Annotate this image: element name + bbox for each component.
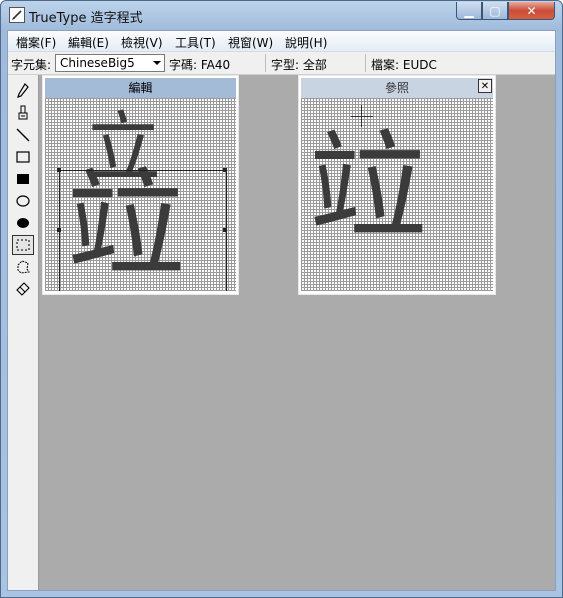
charset-label: 字元集: [11,58,52,72]
eraser-icon [16,282,30,296]
chevron-down-icon[interactable] [153,61,161,65]
eraser-tool[interactable] [12,279,34,299]
rectangular-selection-icon [16,239,30,251]
menu-help[interactable]: 說明(H) [285,34,327,51]
code-text: 字碼: FA40 [169,58,231,72]
edit-grid-canvas[interactable]: 立 竝 [45,98,236,291]
window-title: TrueType 造字程式 [29,11,143,26]
app-icon[interactable] [9,7,25,23]
filled-ellipse-icon [17,218,29,228]
title-bar[interactable]: TrueType 造字程式 ▁ ▢ ✕ [1,1,562,29]
menu-bar: 檔案(F) 編輯(E) 檢視(V) 工具(T) 視窗(W) 說明(H) [8,31,555,52]
menu-file[interactable]: 檔案(F) [16,34,56,51]
separator [265,54,266,72]
rectangular-selection-tool[interactable] [12,235,34,255]
selection-handle[interactable] [57,228,61,232]
brush-icon [18,105,28,120]
menu-edit[interactable]: 編輯(E) [68,34,109,51]
line-icon [16,128,30,142]
filled-ellipse-tool[interactable] [12,213,34,233]
hollow-rectangle-icon [16,151,30,163]
crosshair-cursor-icon [351,116,373,117]
client-area: 檔案(F) 編輯(E) 檢視(V) 工具(T) 視窗(W) 說明(H) 字元集:… [7,30,556,591]
close-button[interactable]: ✕ [508,2,555,20]
maximize-button[interactable]: ▢ [482,2,508,20]
file-text: 檔案: EUDC [371,58,437,72]
info-toolbar: 字元集: ChineseBig5 字碼: FA40 字型: 全部 檔案: EUD… [8,52,555,75]
pencil-icon [17,83,29,98]
charset-value: ChineseBig5 [60,56,135,70]
font-text: 字型: 全部 [271,58,327,72]
reference-close-button[interactable]: ✕ [478,79,492,93]
minimize-button[interactable]: ▁ [456,2,482,20]
filled-rectangle-tool[interactable] [12,169,34,189]
edit-grid-window: 編輯 立 竝 [42,75,239,295]
selection-handle[interactable] [223,168,227,172]
freeform-selection-tool[interactable] [12,257,34,277]
reference-grid-window: 參照 ✕ 竝 [298,75,496,295]
freeform-selection-icon [17,260,30,274]
mdi-workspace: 編輯 立 竝 參照 ✕ 竝 [39,75,555,590]
reference-glyph: 竝 [309,118,427,256]
line-tool[interactable] [12,125,34,145]
charset-dropdown[interactable]: ChineseBig5 [55,54,165,72]
tool-palette [8,75,39,590]
filled-rectangle-icon [17,174,29,184]
selection-handle[interactable] [223,228,227,232]
app-window: TrueType 造字程式 ▁ ▢ ✕ 檔案(F) 編輯(E) 檢視(V) 工具… [0,0,563,598]
edit-grid-title[interactable]: 編輯 [45,78,236,98]
selection-rectangle[interactable] [59,170,227,291]
menu-tools[interactable]: 工具(T) [175,34,216,51]
reference-grid-canvas[interactable]: 竝 [301,98,493,291]
menu-window[interactable]: 視窗(W) [228,34,273,51]
hollow-ellipse-icon [16,195,30,207]
brush-tool[interactable] [12,103,34,123]
pencil-tool[interactable] [12,81,34,101]
hollow-rectangle-tool[interactable] [12,147,34,167]
hollow-ellipse-tool[interactable] [12,191,34,211]
menu-view[interactable]: 檢視(V) [121,34,163,51]
selection-handle[interactable] [57,168,61,172]
reference-grid-title[interactable]: 參照 [301,78,493,98]
separator [365,54,366,72]
